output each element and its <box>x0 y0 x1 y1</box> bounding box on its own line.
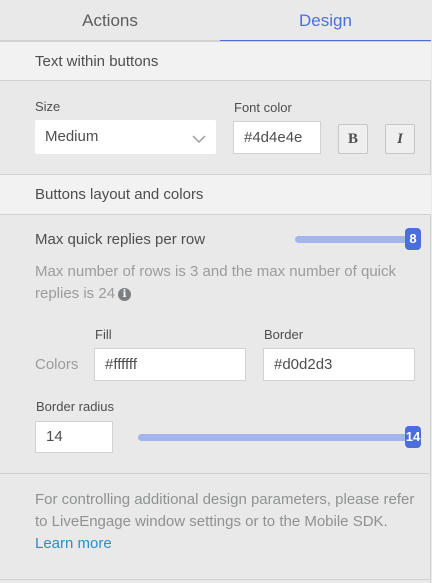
font-color-label: Font color <box>234 100 292 115</box>
max-replies-label: Max quick replies per row <box>35 231 206 248</box>
footer-note-text: For controlling additional design parame… <box>35 491 415 530</box>
footer-note: For controlling additional design parame… <box>35 489 420 555</box>
max-rows-info: Max number of rows is 3 and the max numb… <box>35 261 415 305</box>
section-title-text: Text within buttons <box>35 53 159 70</box>
border-label: Border <box>264 327 304 342</box>
size-select[interactable]: Medium <box>35 120 216 154</box>
section-header-text: Text within buttons <box>0 41 431 81</box>
max-rows-info-text: Max number of rows is 3 and the max numb… <box>35 263 396 302</box>
section-title-layout: Buttons layout and colors <box>35 186 204 203</box>
size-select-value: Medium <box>45 128 99 145</box>
border-radius-input[interactable]: 14 <box>35 421 113 453</box>
learn-more-link[interactable]: Learn more <box>35 535 112 552</box>
border-radius-label: Border radius <box>36 399 115 414</box>
border-radius-slider-track[interactable] <box>138 434 413 441</box>
tab-design[interactable]: Design <box>220 0 431 41</box>
font-color-input[interactable]: #4d4e4e <box>233 121 321 154</box>
bold-button[interactable]: B <box>338 124 368 154</box>
colors-label: Colors <box>35 356 79 373</box>
fill-color-input[interactable]: #ffffff <box>94 348 246 381</box>
size-label: Size <box>35 99 61 114</box>
section-header-layout: Buttons layout and colors <box>0 174 431 215</box>
border-radius-slider-thumb[interactable]: 14 <box>405 426 421 448</box>
border-color-input[interactable]: #d0d2d3 <box>263 348 415 381</box>
tab-bar: Actions Design <box>0 0 431 41</box>
chevron-down-icon <box>192 135 206 144</box>
max-replies-slider-track[interactable] <box>295 236 413 243</box>
info-icon[interactable]: i <box>118 288 132 301</box>
italic-button[interactable]: I <box>385 124 415 154</box>
design-panel: Actions Design Text within buttons Size … <box>0 0 431 583</box>
fill-label: Fill <box>95 327 112 342</box>
bottom-divider <box>0 579 431 580</box>
tab-actions[interactable]: Actions <box>0 0 220 41</box>
divider <box>0 473 431 474</box>
max-replies-slider-thumb[interactable]: 8 <box>405 228 421 250</box>
